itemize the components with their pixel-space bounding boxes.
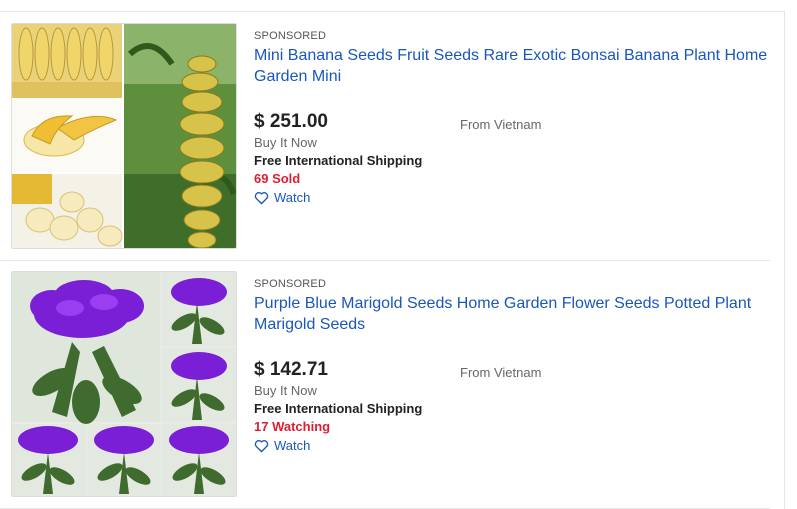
listing-image[interactable] [11, 271, 237, 497]
listing-item: SPONSORED Mini Banana Seeds Fruit Seeds … [0, 12, 770, 261]
sponsored-label: SPONSORED [254, 278, 327, 290]
purchase-format: Buy It Now [254, 135, 317, 150]
heart-icon [254, 191, 269, 204]
shipping-info: Free International Shipping [254, 401, 423, 416]
watch-label: Watch [274, 190, 311, 205]
heart-icon [254, 439, 269, 452]
listing-title[interactable]: Mini Banana Seeds Fruit Seeds Rare Exoti… [254, 45, 769, 87]
listing-item: SPONSORED Purple Blue Marigold Seeds Hom… [0, 260, 770, 509]
hotness-indicator: 69 Sold [254, 171, 301, 186]
hotness-indicator: 17 Watching [254, 419, 331, 434]
purchase-format: Buy It Now [254, 383, 317, 398]
item-location: From Vietnam [460, 365, 542, 380]
listing-price: $ 251.00 [254, 111, 328, 132]
sponsored-label: SPONSORED [254, 30, 327, 42]
item-location: From Vietnam [460, 117, 542, 132]
listing-title[interactable]: Purple Blue Marigold Seeds Home Garden F… [254, 293, 769, 335]
watch-button[interactable]: Watch [254, 438, 310, 453]
listing-image[interactable] [11, 23, 237, 249]
shipping-info: Free International Shipping [254, 153, 423, 168]
marigold-collage-image [12, 272, 236, 496]
listing-price: $ 142.71 [254, 359, 328, 380]
watch-label: Watch [274, 438, 311, 453]
watch-button[interactable]: Watch [254, 190, 310, 205]
banana-collage-image [12, 24, 236, 248]
